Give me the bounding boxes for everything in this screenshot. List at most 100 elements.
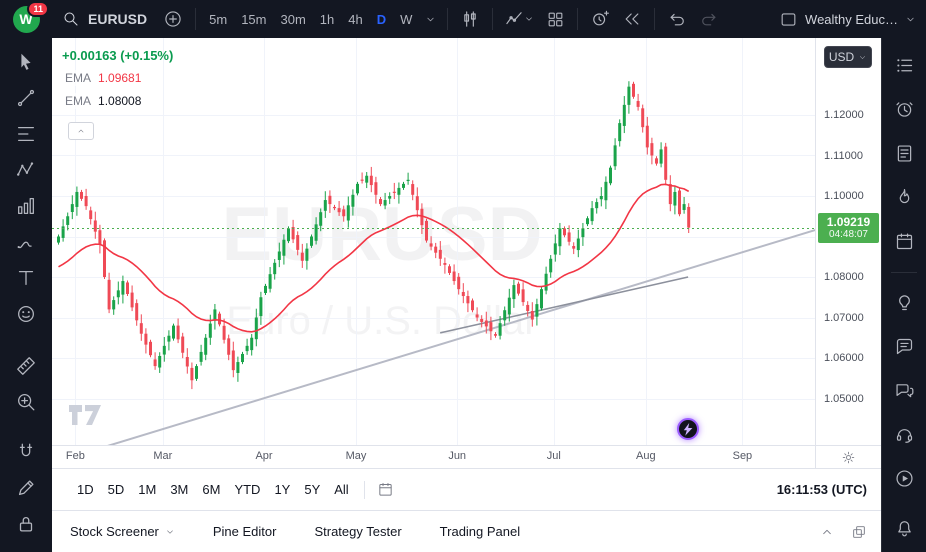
forecast-icon: [15, 195, 37, 217]
range-All[interactable]: All: [327, 477, 355, 502]
tool-trend-line[interactable]: [8, 84, 44, 112]
layout-icon[interactable]: [779, 10, 798, 29]
chart-style-button[interactable]: [454, 3, 486, 35]
tool-magnet[interactable]: [8, 438, 44, 466]
timeframe-W[interactable]: W: [393, 7, 419, 32]
timeframe-30m[interactable]: 30m: [273, 7, 312, 32]
bar-countdown: 04:48:07: [818, 229, 879, 241]
time-axis-label: Sep: [733, 450, 753, 462]
tool-fib-retracement[interactable]: [8, 120, 44, 148]
price-tick: 1.05000: [824, 393, 864, 405]
tab-stock-screener[interactable]: Stock Screener: [70, 524, 175, 539]
price-tick: 1.11000: [824, 150, 863, 162]
tab-pine-editor[interactable]: Pine Editor: [213, 524, 277, 539]
watchlist-icon: [894, 55, 915, 76]
range-1M[interactable]: 1M: [131, 477, 163, 502]
sidebar-ideas-button[interactable]: [887, 285, 921, 319]
panel-right-cluster: [819, 524, 867, 540]
range-list: 1D5D1M3M6MYTD1Y5YAll: [70, 477, 356, 502]
ema-fast-legend[interactable]: EMA1.09681: [62, 70, 144, 86]
currency-toggle-button[interactable]: USD: [824, 46, 872, 68]
tool-brush[interactable]: [8, 228, 44, 256]
tab-label: Pine Editor: [213, 524, 277, 539]
topbar-right-cluster: Wealthy Educ…: [779, 10, 926, 29]
tab-label: Stock Screener: [70, 524, 159, 539]
toolbar-separator: [447, 8, 448, 30]
logo[interactable]: W 11: [0, 0, 52, 38]
hotlists-icon: [894, 187, 915, 208]
sidebar-chat-button[interactable]: [887, 329, 921, 363]
flash-action-button[interactable]: [677, 418, 699, 440]
time-axis-labels: FebMarAprMayJunJulAugSep: [52, 446, 815, 468]
range-3M[interactable]: 3M: [163, 477, 195, 502]
tool-zoom[interactable]: [8, 388, 44, 416]
undo-arrow-icon: [667, 9, 687, 29]
sidebar-alerts-button[interactable]: [887, 92, 921, 126]
range-1D[interactable]: 1D: [70, 477, 101, 502]
range-6M[interactable]: 6M: [195, 477, 227, 502]
compare-add-button[interactable]: [157, 3, 189, 35]
create-alert-button[interactable]: [584, 3, 616, 35]
tool-cursor[interactable]: [8, 48, 44, 76]
indicators-button[interactable]: [499, 3, 539, 35]
legend-collapse-button[interactable]: [68, 122, 94, 140]
sidebar-support-button[interactable]: [887, 417, 921, 451]
range-5Y[interactable]: 5Y: [297, 477, 327, 502]
tool-measure[interactable]: [8, 352, 44, 380]
chevron-down-icon: [165, 527, 175, 537]
timeframe-1h[interactable]: 1h: [313, 7, 341, 32]
tab-strategy-tester[interactable]: Strategy Tester: [314, 524, 401, 539]
range-5D[interactable]: 5D: [101, 477, 132, 502]
timeframe-5m[interactable]: 5m: [202, 7, 234, 32]
candles-icon: [460, 9, 480, 29]
go-to-date-button[interactable]: [373, 477, 399, 503]
zoom-icon: [15, 391, 37, 413]
panel-restore-icon[interactable]: [851, 524, 867, 540]
sidebar-news-button[interactable]: [887, 136, 921, 170]
date-range-bar: 1D5D1M3M6MYTD1Y5YAll 16:11:53 (UTC): [52, 468, 881, 510]
range-1Y[interactable]: 1Y: [267, 477, 297, 502]
time-axis-label: Apr: [255, 450, 272, 462]
price-axis[interactable]: USD 1.120001.110001.100001.090001.080001…: [815, 38, 881, 445]
axis-settings-corner[interactable]: [815, 446, 881, 468]
sidebar-notifications-button[interactable]: [887, 510, 921, 544]
tool-forecast[interactable]: [8, 192, 44, 220]
layout-name-label[interactable]: Wealthy Educ…: [805, 12, 898, 27]
range-YTD[interactable]: YTD: [227, 477, 267, 502]
price-tick: 1.12000: [824, 109, 864, 121]
timeframe-15m[interactable]: 15m: [234, 7, 273, 32]
tab-trading-panel[interactable]: Trading Panel: [440, 524, 520, 539]
tool-lock[interactable]: [8, 510, 44, 538]
chevron-down-icon[interactable]: [905, 14, 916, 25]
sidebar-calendar-button[interactable]: [887, 224, 921, 258]
timeframe-list: 5m15m30m1h4hDW: [202, 7, 419, 32]
bar-replay-button[interactable]: [616, 3, 648, 35]
sidebar-tutorials-button[interactable]: [887, 461, 921, 495]
ema-slow-legend[interactable]: EMA1.08008: [62, 93, 144, 109]
sidebar-private-chat-button[interactable]: [887, 373, 921, 407]
tradingview-logo[interactable]: [68, 404, 102, 431]
panel-expand-icon[interactable]: [819, 524, 835, 540]
toolbar-separator: [577, 8, 578, 30]
lightning-icon: [683, 423, 693, 436]
sidebar-watchlist-button[interactable]: [887, 48, 921, 82]
symbol-search-button[interactable]: EURUSD: [52, 0, 157, 38]
tool-text[interactable]: [8, 264, 44, 292]
sidebar-hotlists-button[interactable]: [887, 180, 921, 214]
timeframe-4h[interactable]: 4h: [341, 7, 369, 32]
tool-emoji[interactable]: [8, 300, 44, 328]
timeframe-D[interactable]: D: [370, 7, 393, 32]
lock-icon: [15, 513, 37, 535]
redo-button[interactable]: [693, 3, 725, 35]
price-tick: 1.07000: [824, 312, 864, 324]
tool-pattern[interactable]: [8, 156, 44, 184]
range-separator: [364, 481, 365, 499]
time-axis[interactable]: FebMarAprMayJunJulAugSep: [52, 445, 881, 468]
undo-button[interactable]: [661, 3, 693, 35]
layout-templates-button[interactable]: [539, 3, 571, 35]
time-axis-label: Feb: [66, 450, 85, 462]
tool-draw[interactable]: [8, 474, 44, 502]
bottom-panel: Stock Screener Pine Editor Strategy Tester…: [52, 510, 881, 552]
clock-utc[interactable]: 16:11:53 (UTC): [777, 482, 867, 497]
timeframe-menu-button[interactable]: [419, 3, 441, 35]
